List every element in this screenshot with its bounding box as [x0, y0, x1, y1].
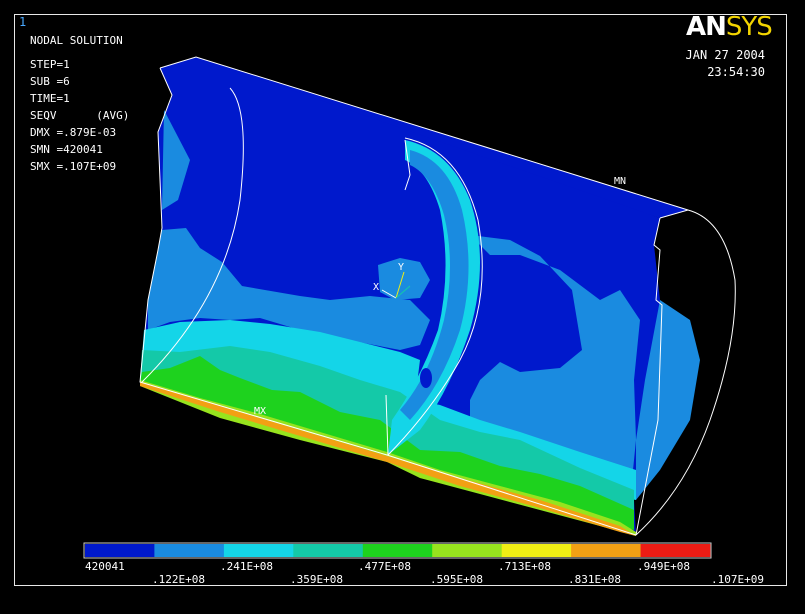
legend-swatch [223, 544, 294, 557]
x-axis-label: X [373, 282, 379, 293]
legend-label-top-1: .241E+08 [220, 560, 273, 573]
legend-label-bottom-2: .595E+08 [430, 573, 483, 586]
legend-bar [85, 544, 711, 557]
legend-label-bottom-1: .359E+08 [290, 573, 343, 586]
min-marker: MN [614, 176, 626, 187]
legend-swatch [640, 544, 711, 557]
legend-label-top-4: .949E+08 [637, 560, 690, 573]
legend-swatch [85, 544, 155, 557]
legend-swatch [154, 544, 225, 557]
legend-label-bottom-3: .831E+08 [568, 573, 621, 586]
legend-label-bottom-0: .122E+08 [152, 573, 205, 586]
legend-label-top-3: .713E+08 [498, 560, 551, 573]
legend-swatch [571, 544, 641, 557]
y-axis-label: Y [398, 262, 404, 273]
legend-label-top-2: .477E+08 [358, 560, 411, 573]
contour-spot-dark [420, 368, 432, 388]
legend-swatch [293, 544, 364, 557]
contour-plot: Y X MN MX [83, 56, 736, 559]
legend-label-bottom-4: .107E+09 [711, 573, 764, 586]
legend-label-top-0: 420041 [85, 560, 125, 573]
max-marker: MX [254, 406, 266, 417]
legend-swatch [501, 544, 572, 557]
legend-swatch [362, 544, 433, 557]
legend-swatch [432, 544, 502, 557]
